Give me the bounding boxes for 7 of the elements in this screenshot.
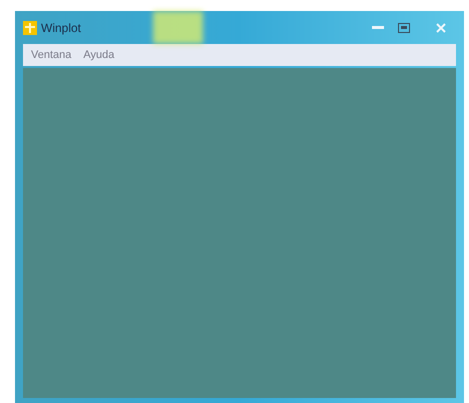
app-icon xyxy=(23,20,37,34)
window-title: Winplot xyxy=(41,20,82,36)
close-icon[interactable] xyxy=(436,22,446,32)
menu-item[interactable]: Ventana xyxy=(29,46,74,64)
menu-item[interactable]: Ayuda xyxy=(81,46,116,64)
maximize-icon[interactable] xyxy=(398,22,410,32)
minimize-icon[interactable] xyxy=(372,26,384,30)
